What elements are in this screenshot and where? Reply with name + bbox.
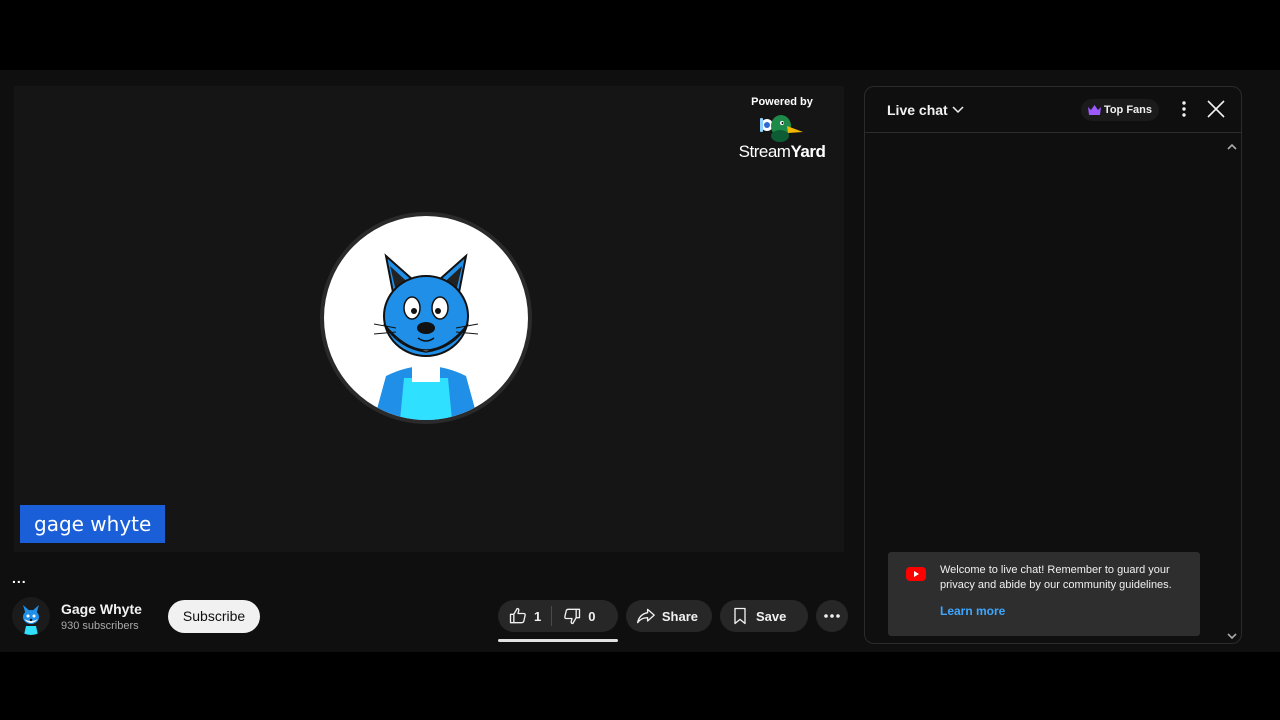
- channel-name[interactable]: Gage Whyte: [61, 601, 142, 617]
- like-count: 1: [534, 608, 542, 624]
- thumbs-down-icon: [564, 608, 581, 625]
- dislike-button[interactable]: 0: [552, 600, 605, 632]
- vertical-dots-icon: [1182, 101, 1186, 117]
- close-chat-button[interactable]: [1207, 100, 1225, 123]
- share-label: Share: [661, 608, 698, 624]
- learn-more-link[interactable]: Learn more: [940, 604, 1005, 618]
- save-label: Save: [756, 608, 787, 624]
- save-button[interactable]: Save: [720, 600, 808, 632]
- live-chat-panel: Live chat Top Fans Welcome to live chat!…: [864, 86, 1242, 644]
- powered-by-text: Powered by: [751, 96, 813, 108]
- streamyard-wordmark: StreamYard: [738, 142, 826, 161]
- youtube-live-page: Powered by StreamYard gage whyte ... Gag…: [0, 70, 1280, 652]
- bookmark-icon: [734, 607, 746, 625]
- dislike-count: 0: [588, 608, 596, 624]
- streamyard-duck-logo: [760, 115, 803, 142]
- participant-avatar: [320, 212, 532, 424]
- top-fans-label: Top Fans: [1103, 104, 1152, 116]
- chevron-down-icon: [952, 105, 964, 113]
- chevron-up-icon: [1227, 143, 1237, 150]
- crown-icon: [1087, 105, 1101, 115]
- scroll-down-button[interactable]: [1227, 627, 1237, 645]
- video-actions: 1 0 Share Save: [498, 600, 848, 632]
- participant-name-tag: gage whyte: [20, 505, 166, 543]
- horizontal-dots-icon: [824, 614, 840, 618]
- thumbs-up-icon: [509, 607, 526, 624]
- chat-header: Live chat Top Fans: [865, 87, 1241, 133]
- channel-info: Gage Whyte 930 subscribers: [61, 601, 142, 632]
- subscribe-button[interactable]: Subscribe: [167, 599, 261, 633]
- blue-fox-avatar-image: [373, 253, 479, 420]
- scroll-up-button[interactable]: [1227, 137, 1237, 155]
- more-actions-button[interactable]: [816, 600, 848, 632]
- chevron-down-icon: [1227, 633, 1237, 640]
- streamyard-watermark: Powered by StreamYard: [732, 96, 832, 162]
- channel-avatar[interactable]: [12, 597, 50, 635]
- like-dislike-group: 1 0: [498, 600, 618, 632]
- share-button[interactable]: Share: [626, 600, 712, 632]
- like-highlight-bar: [498, 639, 618, 642]
- close-icon: [1207, 100, 1225, 118]
- youtube-logo-icon: [906, 567, 926, 581]
- welcome-message: Welcome to live chat! Remember to guard …: [940, 564, 1172, 591]
- chat-mode-dropdown[interactable]: Live chat: [887, 102, 964, 118]
- more-options-dots[interactable]: ...: [12, 570, 27, 586]
- subscriber-count: 930 subscribers: [61, 619, 139, 632]
- channel-avatar-image: [23, 605, 39, 635]
- channel-row: Gage Whyte 930 subscribers Subscribe: [12, 597, 261, 635]
- video-player[interactable]: Powered by StreamYard gage whyte: [14, 86, 844, 552]
- chat-options-button[interactable]: [1181, 100, 1187, 123]
- like-button[interactable]: 1: [498, 600, 551, 632]
- top-fans-button[interactable]: Top Fans: [1080, 99, 1159, 121]
- chat-title: Live chat: [887, 101, 948, 118]
- share-arrow-icon: [636, 608, 655, 624]
- chat-welcome-banner: Welcome to live chat! Remember to guard …: [888, 552, 1200, 636]
